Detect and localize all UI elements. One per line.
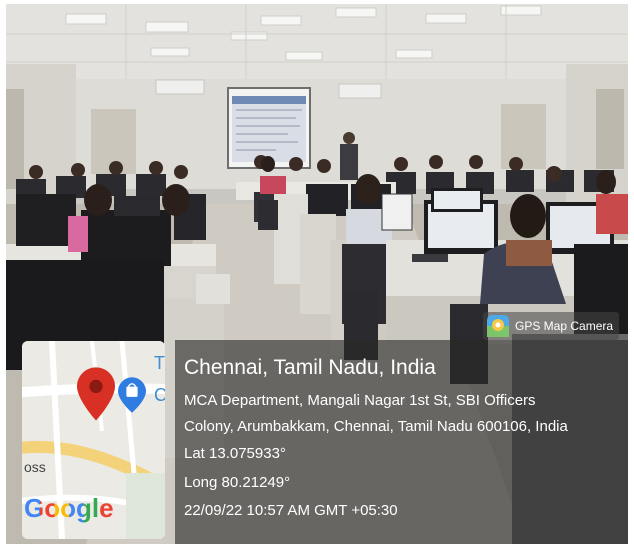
place-name: Chennai, Tamil Nadu, India	[184, 356, 436, 379]
gps-map-camera-label: GPS Map Camera	[515, 319, 614, 333]
location-pin-icon	[77, 367, 115, 421]
longitude-text: Long 80.21249°	[184, 474, 291, 491]
datetime-text: 22/09/22 10:57 AM GMT +05:30	[184, 502, 398, 519]
latitude-text: Lat 13.075933°	[184, 445, 286, 462]
photo-frame: GPS Map Camera T C oss Google Chennai, T…	[6, 4, 628, 544]
address-line-2: Colony, Arumbakkam, Chennai, Tamil Nadu …	[184, 418, 568, 435]
google-logo: Google	[24, 493, 114, 523]
map-street-label-1: T	[154, 353, 165, 373]
map-thumbnail: T C oss Google	[22, 341, 165, 539]
address-line-1: MCA Department, Mangali Nagar 1st St, SB…	[184, 392, 536, 409]
gps-map-camera-logo-icon	[487, 315, 509, 337]
map-street-label-3: oss	[24, 459, 46, 475]
shopping-bag-pin-icon	[118, 377, 146, 413]
gps-map-camera-badge: GPS Map Camera	[483, 312, 620, 340]
map-street-label-2: C	[154, 385, 165, 405]
